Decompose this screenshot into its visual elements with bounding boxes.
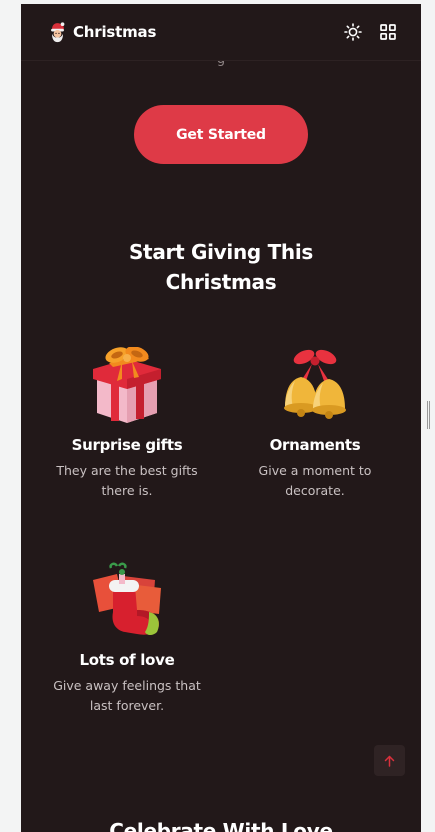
next-section-title: Celebrate With Love	[109, 819, 333, 832]
header: Christmas	[21, 4, 421, 61]
card-title: Lots of love	[79, 651, 175, 669]
get-started-button[interactable]: Get Started	[134, 105, 308, 164]
card-title: Surprise gifts	[71, 436, 183, 454]
page: Christmas Get Started Start Giving This …	[21, 4, 421, 832]
gift-card-surprise: Surprise gifts They are the best gifts t…	[32, 347, 222, 501]
section-title: Start Giving This Christmas	[128, 240, 314, 294]
gift-card-love: Lots of love Give away feelings that las…	[32, 562, 222, 716]
brand-link[interactable]: Christmas	[48, 21, 156, 43]
sun-icon[interactable]	[344, 23, 362, 41]
santa-icon	[51, 22, 65, 43]
card-description: They are the best gifts there is.	[56, 463, 198, 498]
grid-icon[interactable]	[380, 24, 396, 40]
scrollbar-handle[interactable]	[427, 401, 431, 429]
scroll-top-button[interactable]	[374, 745, 405, 776]
card-title: Ornaments	[269, 436, 361, 454]
bells-icon	[284, 349, 346, 419]
card-description: Give away feelings that last forever.	[53, 678, 201, 713]
gift-box-icon	[93, 347, 161, 423]
stocking-icon	[93, 562, 161, 635]
header-actions	[344, 23, 396, 41]
card-description: Give a moment to decorate.	[258, 463, 372, 498]
arrow-up-icon	[384, 755, 395, 767]
gift-card-ornaments: Ornaments Give a moment to decorate.	[220, 347, 410, 501]
brand-name: Christmas	[73, 23, 157, 41]
